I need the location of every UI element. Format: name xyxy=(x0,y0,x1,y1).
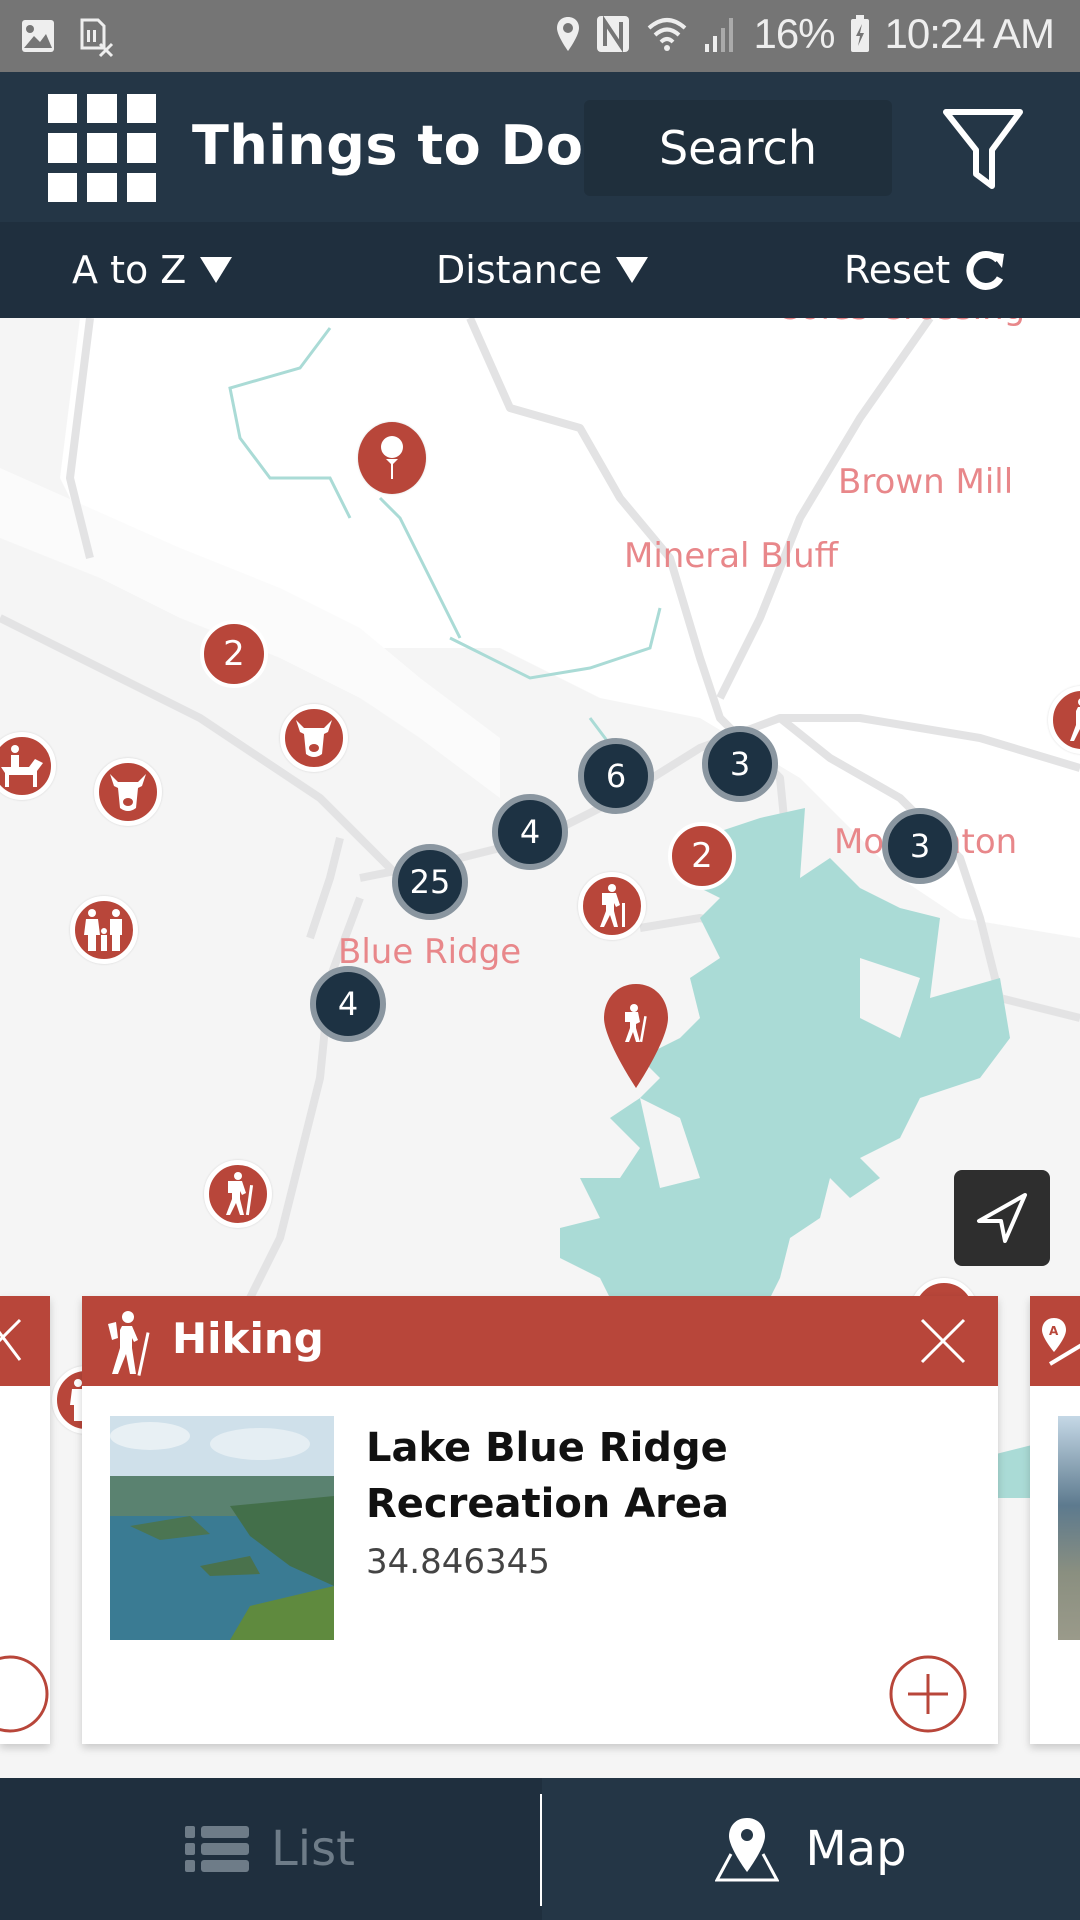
poi-hiking-marker[interactable] xyxy=(204,1160,272,1228)
close-icon xyxy=(0,1318,22,1361)
family-icon xyxy=(84,909,122,951)
sort-alpha-label: A to Z xyxy=(72,248,187,292)
close-icon[interactable] xyxy=(918,1316,968,1366)
cluster-marker-dark[interactable]: 4 xyxy=(310,966,386,1042)
nfc-icon xyxy=(597,15,630,53)
sort-distance-label: Distance xyxy=(436,248,603,292)
locate-me-button[interactable] xyxy=(954,1170,1050,1266)
cluster-marker-dark[interactable]: 3 xyxy=(702,726,778,802)
cluster-marker-dark[interactable]: 6 xyxy=(578,738,654,814)
poi-farm-marker[interactable] xyxy=(280,704,348,772)
card-category: Hiking xyxy=(172,1314,324,1363)
place-label-mineral-bluff: Mineral Bluff xyxy=(624,536,839,576)
cluster-marker-red[interactable]: 2 xyxy=(668,822,736,890)
place-coordinate: 34.846345 xyxy=(366,1542,550,1582)
battery-charging-icon xyxy=(850,15,869,52)
cluster-marker-dark[interactable]: 25 xyxy=(392,844,468,920)
place-name[interactable]: Lake Blue Ridge Recreation Area xyxy=(366,1420,966,1532)
horseback-riding-icon xyxy=(1,745,43,787)
navigation-arrow-icon xyxy=(977,1193,1027,1243)
place-card-header: Hiking xyxy=(82,1296,998,1386)
route-a-to-b-icon: A xyxy=(1042,1318,1080,1366)
golf-icon xyxy=(381,436,403,479)
previous-card[interactable] xyxy=(0,1296,50,1744)
signal-icon xyxy=(705,18,734,52)
search-button[interactable]: Search xyxy=(584,100,892,196)
selected-pin-marker[interactable] xyxy=(602,982,670,1090)
cluster-marker-red[interactable]: 2 xyxy=(200,620,268,688)
sort-bar: A to Z Distance Reset xyxy=(0,222,1080,318)
hiking-icon xyxy=(1070,698,1080,741)
tab-list[interactable]: List xyxy=(0,1778,540,1920)
poi-family-marker[interactable] xyxy=(70,896,138,964)
sort-alpha-dropdown[interactable]: A to Z xyxy=(72,248,233,292)
status-bar: 16% 10:24 AM xyxy=(0,0,1080,72)
cow-icon xyxy=(110,774,146,811)
previous-card-header xyxy=(0,1296,50,1386)
map-pin-icon xyxy=(715,1818,780,1882)
wifi-icon xyxy=(648,18,687,51)
list-icon xyxy=(185,1826,250,1872)
cluster-marker-dark[interactable]: 4 xyxy=(492,794,568,870)
poi-golf-marker[interactable] xyxy=(358,422,426,494)
place-label-coles-crossing: Coles Crossing xyxy=(776,318,1025,328)
svg-text:A: A xyxy=(1049,1324,1059,1338)
page-title: Things to Do xyxy=(192,114,584,177)
poi-hiking-marker[interactable] xyxy=(578,872,646,940)
hiking-icon xyxy=(108,1311,150,1376)
lake-photo xyxy=(110,1416,334,1640)
clock: 10:24 AM xyxy=(884,10,1055,57)
bottom-navigation: List Map xyxy=(0,1778,1080,1920)
image-icon xyxy=(22,20,54,52)
refresh-icon xyxy=(966,250,1005,290)
plus-circle-icon[interactable] xyxy=(888,1654,968,1734)
app-header: Things to Do Search xyxy=(0,72,1080,222)
place-label-blue-ridge: Blue Ridge xyxy=(338,932,522,972)
battery-percent: 16% xyxy=(753,10,835,57)
cluster-marker-dark[interactable]: 3 xyxy=(882,808,958,884)
tab-map-label: Map xyxy=(805,1821,907,1877)
place-label-brown-mill: Brown Mill xyxy=(838,462,1014,502)
tab-map[interactable]: Map xyxy=(542,1778,1080,1920)
poi-farm-marker[interactable] xyxy=(94,758,162,826)
tab-list-label: List xyxy=(271,1821,355,1877)
next-card-header: A xyxy=(1030,1296,1080,1386)
hiking-icon xyxy=(226,1172,254,1216)
caret-down-icon xyxy=(616,257,649,283)
hiking-icon xyxy=(600,884,625,927)
next-card[interactable]: A xyxy=(1030,1296,1080,1744)
sort-distance-dropdown[interactable]: Distance xyxy=(436,248,649,292)
next-card-thumbnail xyxy=(1058,1416,1080,1640)
location-icon xyxy=(557,17,580,51)
caret-down-icon xyxy=(200,257,233,283)
filter-icon[interactable] xyxy=(940,106,1026,192)
plus-circle-icon[interactable] xyxy=(0,1654,50,1734)
reset-label: Reset xyxy=(844,248,951,292)
place-card[interactable]: Hiking Lake Blue Ridge Recreation Area 3… xyxy=(82,1296,998,1744)
no-sim-icon xyxy=(80,18,114,58)
place-thumbnail[interactable] xyxy=(110,1416,334,1640)
cow-icon xyxy=(296,720,332,757)
grid-menu-icon[interactable] xyxy=(48,94,156,202)
reset-button[interactable]: Reset xyxy=(844,248,1008,292)
